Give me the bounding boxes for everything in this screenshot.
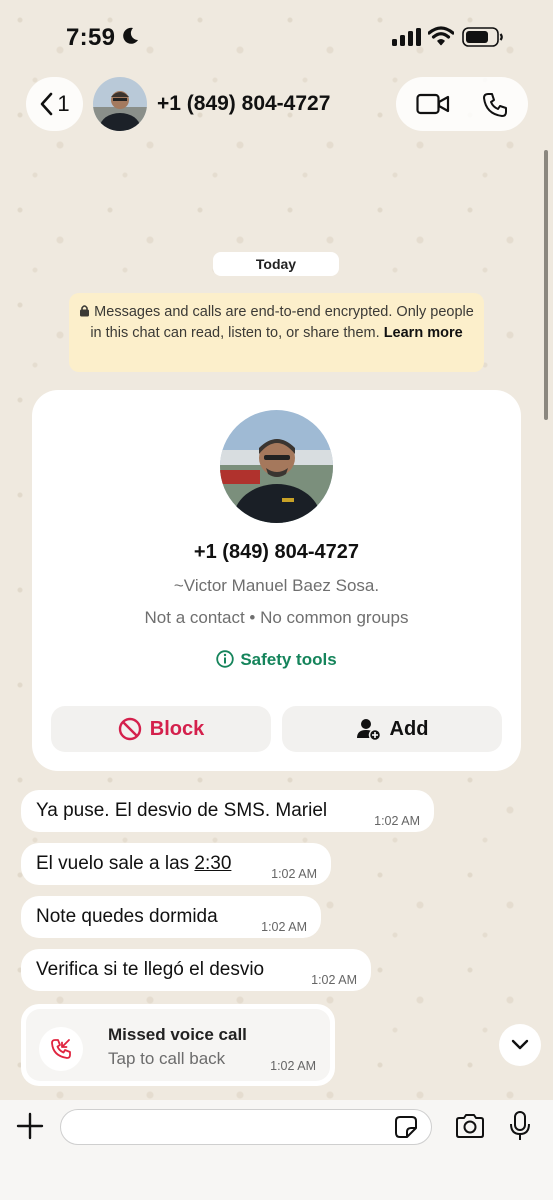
moon-icon	[120, 26, 140, 51]
add-person-icon	[356, 719, 381, 741]
encryption-notice[interactable]: Messages and calls are end-to-end encryp…	[69, 293, 484, 372]
contact-status-line: Not a contact • No common groups	[144, 608, 409, 627]
message-bubble[interactable]: Ya puse. El desvio de SMS. Mariel 1:02 A…	[21, 790, 434, 832]
chevron-down-icon	[511, 1039, 529, 1050]
phone-icon[interactable]	[482, 92, 508, 123]
missed-call-title: Missed voice call	[108, 1025, 247, 1044]
status-time: 7:59	[66, 24, 116, 51]
scroll-to-bottom-button[interactable]	[499, 1024, 541, 1066]
safety-tools-link[interactable]: Safety tools	[32, 650, 521, 670]
contact-push-name: ~Victor Manuel Baez Sosa.	[173, 576, 380, 595]
message-bubble[interactable]: Verifica si te llegó el desvio 1:02 AM	[21, 949, 371, 991]
date-chip: Today	[213, 252, 339, 276]
message-time: 1:02 AM	[374, 814, 420, 828]
message-time: 1:02 AM	[271, 867, 317, 881]
missed-call-time: 1:02 AM	[270, 1059, 316, 1073]
scrollbar[interactable]	[544, 150, 548, 420]
contact-info-card: +1 (849) 804-4727 ~Victor Manuel Baez So…	[32, 390, 521, 771]
message-composer	[0, 1100, 553, 1200]
plus-icon[interactable]	[15, 1111, 45, 1146]
missed-call-panel[interactable]: Missed voice call Tap to call back 1:02 …	[26, 1009, 330, 1081]
status-bar: 7:59	[0, 0, 553, 70]
lock-icon	[80, 305, 90, 317]
message-text: El vuelo sale a las	[36, 853, 195, 874]
microphone-icon[interactable]	[509, 1110, 531, 1147]
back-button[interactable]: 1	[26, 77, 83, 131]
contact-profile-photo[interactable]	[220, 410, 333, 523]
safety-tools-label: Safety tools	[240, 650, 337, 669]
learn-more-link[interactable]: Learn more	[384, 325, 463, 341]
message-bubble[interactable]: Note quedes dormida 1:02 AM	[21, 896, 321, 938]
sticker-icon[interactable]	[394, 1115, 418, 1144]
message-text: Note quedes dormida	[36, 906, 218, 927]
unread-count: 1	[57, 91, 70, 116]
message-text: Ya puse. El desvio de SMS. Mariel	[36, 800, 328, 821]
message-time: 1:02 AM	[311, 973, 357, 987]
message-time: 1:02 AM	[261, 920, 307, 934]
add-label: Add	[389, 717, 429, 740]
battery-icon	[462, 27, 504, 52]
time-link[interactable]: 2:30	[194, 853, 231, 874]
signal-icon	[392, 28, 422, 51]
missed-call-icon	[39, 1027, 83, 1071]
contact-phone-number: +1 (849) 804-4727	[193, 541, 360, 563]
chat-title[interactable]: +1 (849) 804-4727	[157, 92, 330, 116]
message-text-field[interactable]	[73, 1110, 397, 1144]
video-call-icon[interactable]	[416, 92, 450, 121]
message-bubble[interactable]: El vuelo sale a las 2:30 1:02 AM	[21, 843, 331, 885]
block-label: Block	[149, 717, 205, 740]
block-icon	[118, 717, 141, 741]
message-text: Verifica si te llegó el desvio	[36, 959, 265, 980]
chevron-left-icon	[41, 92, 53, 116]
add-contact-button[interactable]: Add	[282, 706, 502, 752]
info-icon	[216, 650, 235, 668]
block-button[interactable]: Block	[51, 706, 271, 752]
wifi-icon	[427, 26, 455, 51]
message-input[interactable]	[60, 1109, 432, 1145]
camera-icon[interactable]	[454, 1113, 486, 1144]
contact-avatar[interactable]	[93, 77, 147, 131]
missed-call-bubble[interactable]: Missed voice call Tap to call back 1:02 …	[21, 1004, 335, 1086]
call-actions	[396, 77, 528, 131]
missed-call-subtitle: Tap to call back	[108, 1049, 226, 1068]
